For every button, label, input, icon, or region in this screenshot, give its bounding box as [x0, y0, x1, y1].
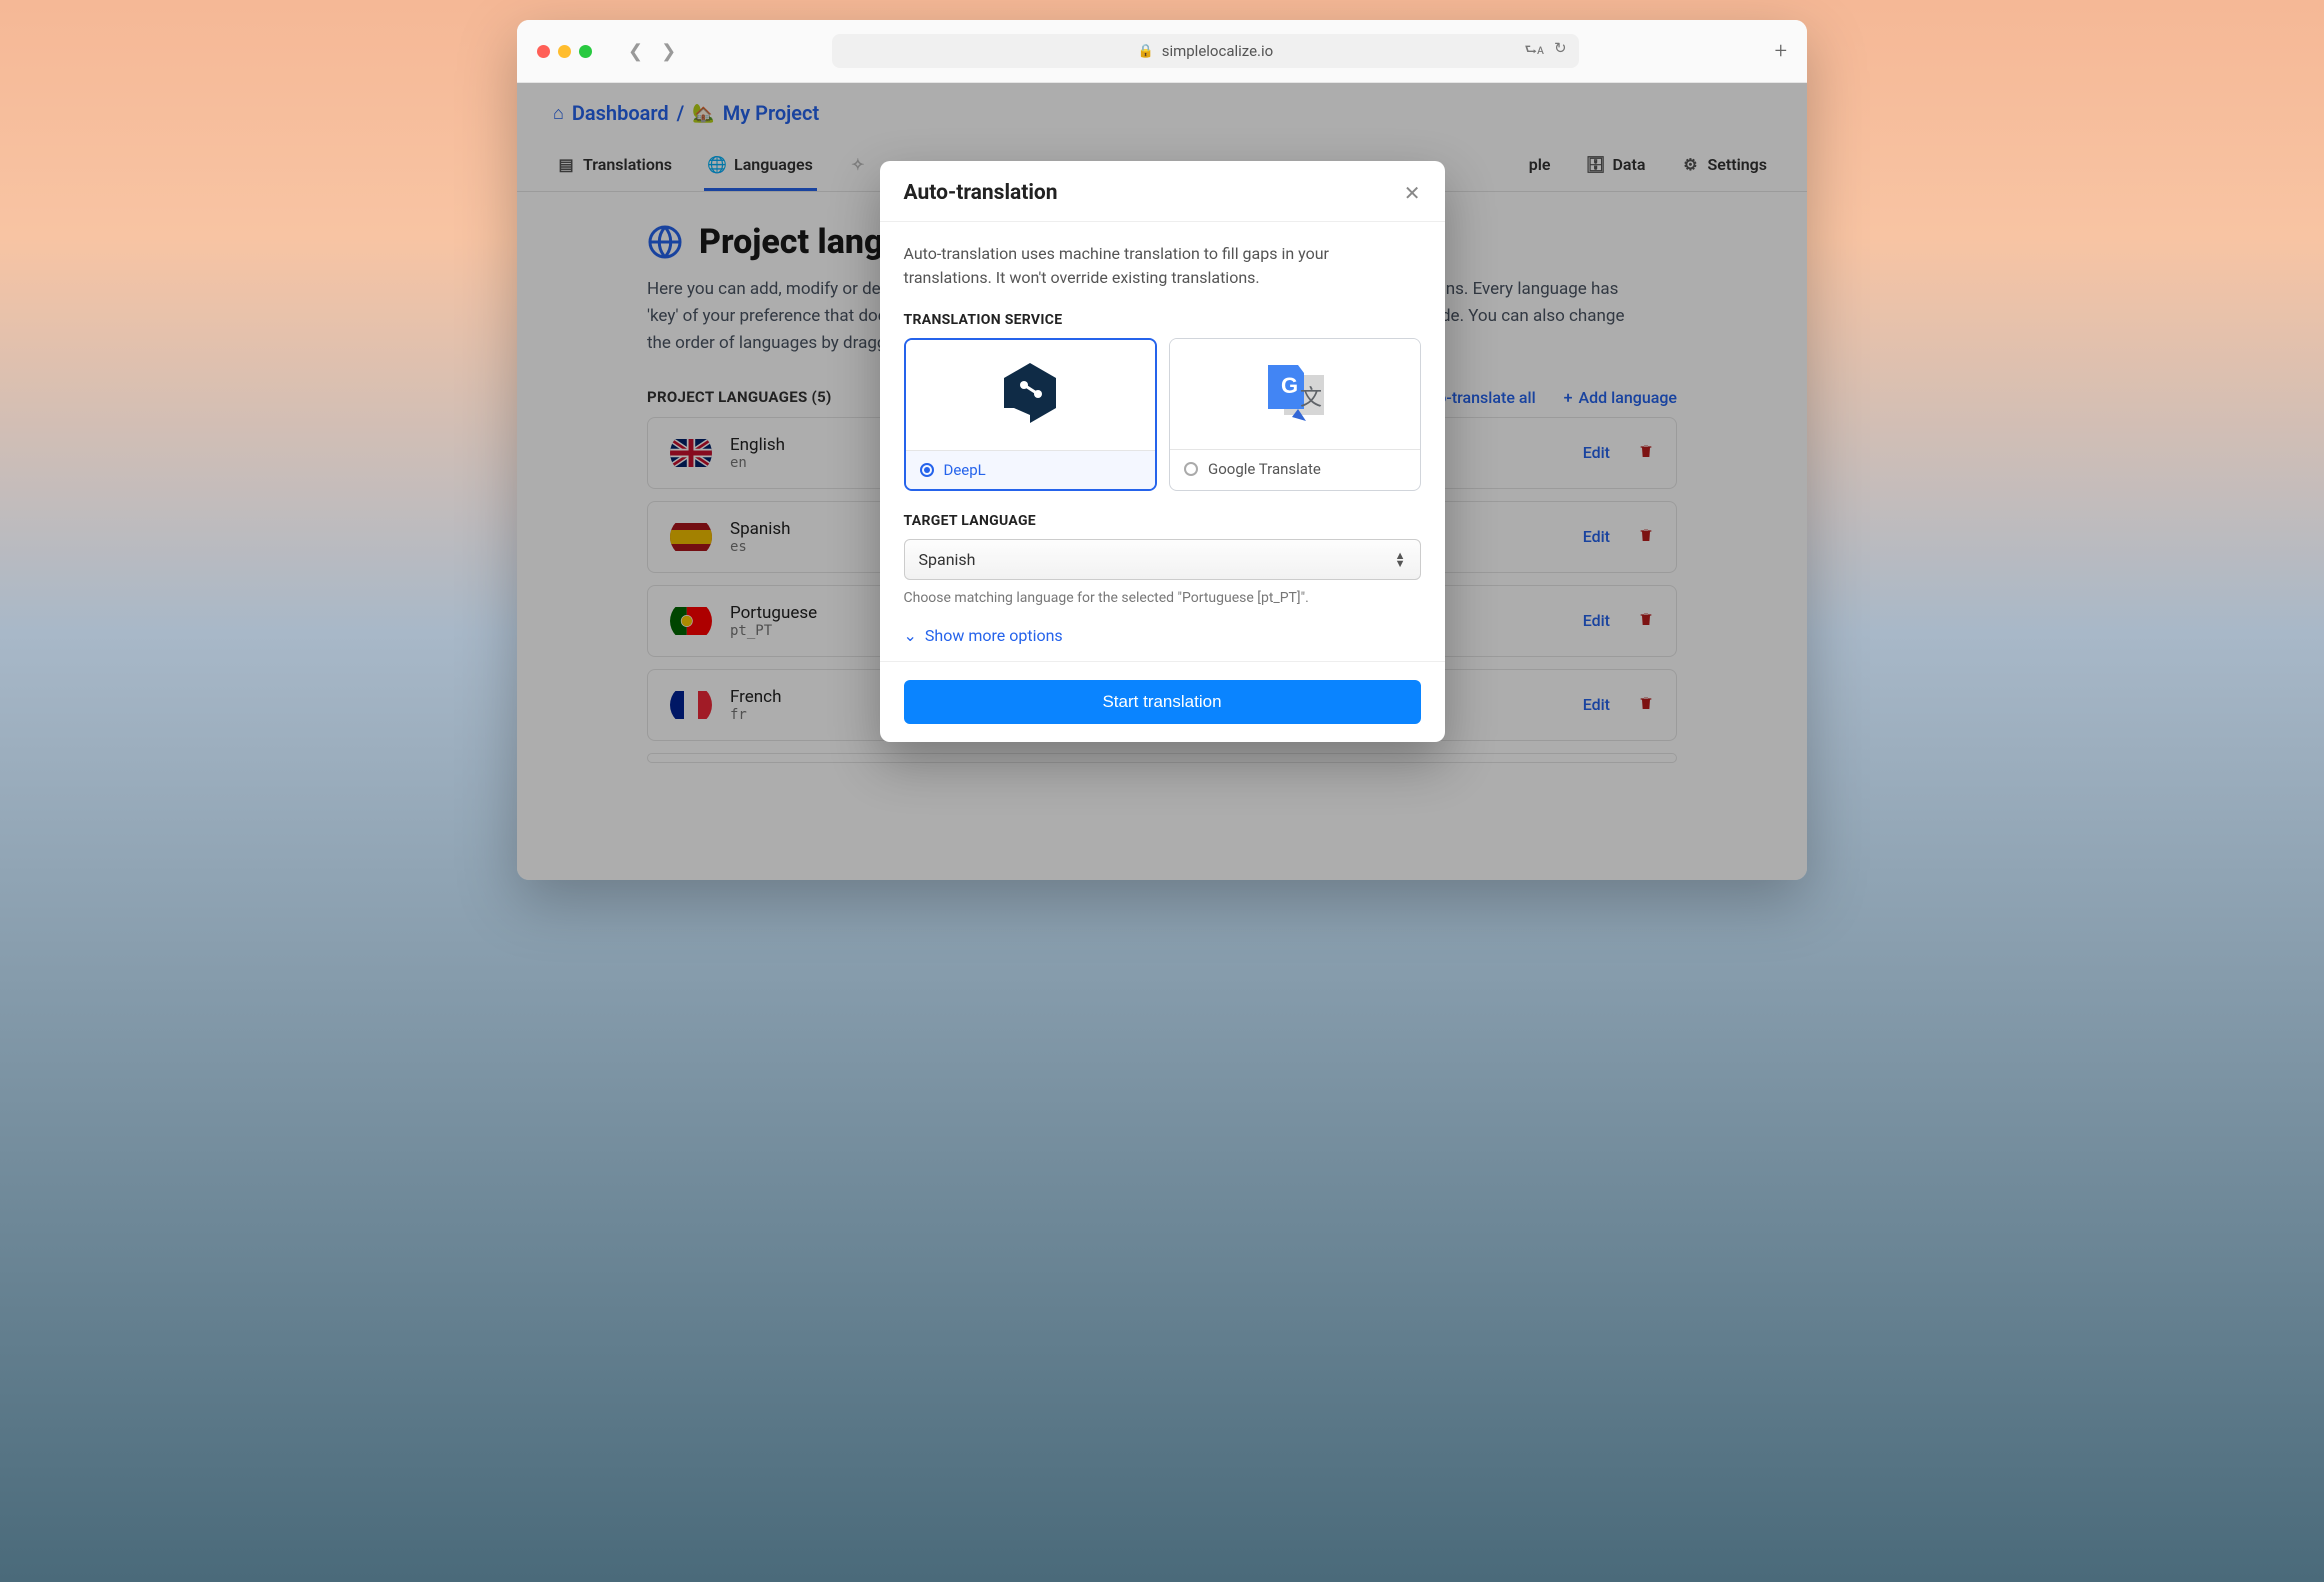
service-option-google[interactable]: G 文 Google Translate: [1169, 338, 1421, 491]
modal-title: Auto-translation: [904, 181, 1058, 205]
browser-chrome: ❮ ❯ 🔒 simplelocalize.io ⮑ᴀ ↻ +: [517, 20, 1807, 83]
translate-page-icon[interactable]: ⮑ᴀ: [1524, 39, 1544, 63]
radio-checked-icon: [920, 463, 934, 477]
new-tab-button[interactable]: +: [1775, 39, 1787, 64]
maximize-window-button[interactable]: [579, 45, 592, 58]
service-name: DeepL: [944, 461, 986, 479]
lock-icon: 🔒: [1138, 44, 1154, 59]
start-translation-button[interactable]: Start translation: [904, 680, 1421, 724]
show-more-options-button[interactable]: ⌄ Show more options: [904, 626, 1421, 645]
service-option-deepl[interactable]: DeepL: [904, 338, 1158, 491]
radio-unchecked-icon: [1184, 462, 1198, 476]
minimize-window-button[interactable]: [558, 45, 571, 58]
target-language-select[interactable]: Spanish ▲▼: [904, 539, 1421, 580]
traffic-lights: [537, 45, 592, 58]
auto-translation-modal: Auto-translation ✕ Auto-translation uses…: [880, 161, 1445, 742]
service-name: Google Translate: [1208, 460, 1321, 478]
translation-service-label: TRANSLATION SERVICE: [904, 312, 1421, 328]
target-language-label: TARGET LANGUAGE: [904, 513, 1421, 529]
forward-button[interactable]: ❯: [661, 41, 676, 62]
svg-text:G: G: [1281, 373, 1298, 398]
address-bar[interactable]: 🔒 simplelocalize.io ⮑ᴀ ↻: [832, 34, 1578, 68]
chevron-down-icon: ⌄: [904, 626, 917, 645]
google-translate-logo-icon: G 文: [1170, 339, 1420, 449]
chevron-updown-icon: ▲▼: [1395, 552, 1406, 567]
target-language-value: Spanish: [919, 550, 976, 569]
reload-icon[interactable]: ↻: [1554, 39, 1567, 63]
svg-text:文: 文: [1300, 385, 1322, 410]
close-window-button[interactable]: [537, 45, 550, 58]
modal-overlay[interactable]: Auto-translation ✕ Auto-translation uses…: [517, 83, 1807, 880]
target-language-help: Choose matching language for the selecte…: [904, 590, 1421, 606]
close-icon[interactable]: ✕: [1404, 181, 1421, 205]
deepl-logo-icon: [906, 340, 1156, 450]
back-button[interactable]: ❮: [628, 41, 643, 62]
browser-window: ❮ ❯ 🔒 simplelocalize.io ⮑ᴀ ↻ + ⌂ Dashboa…: [517, 20, 1807, 880]
url-text: simplelocalize.io: [1162, 42, 1274, 60]
modal-description: Auto-translation uses machine translatio…: [904, 242, 1421, 290]
